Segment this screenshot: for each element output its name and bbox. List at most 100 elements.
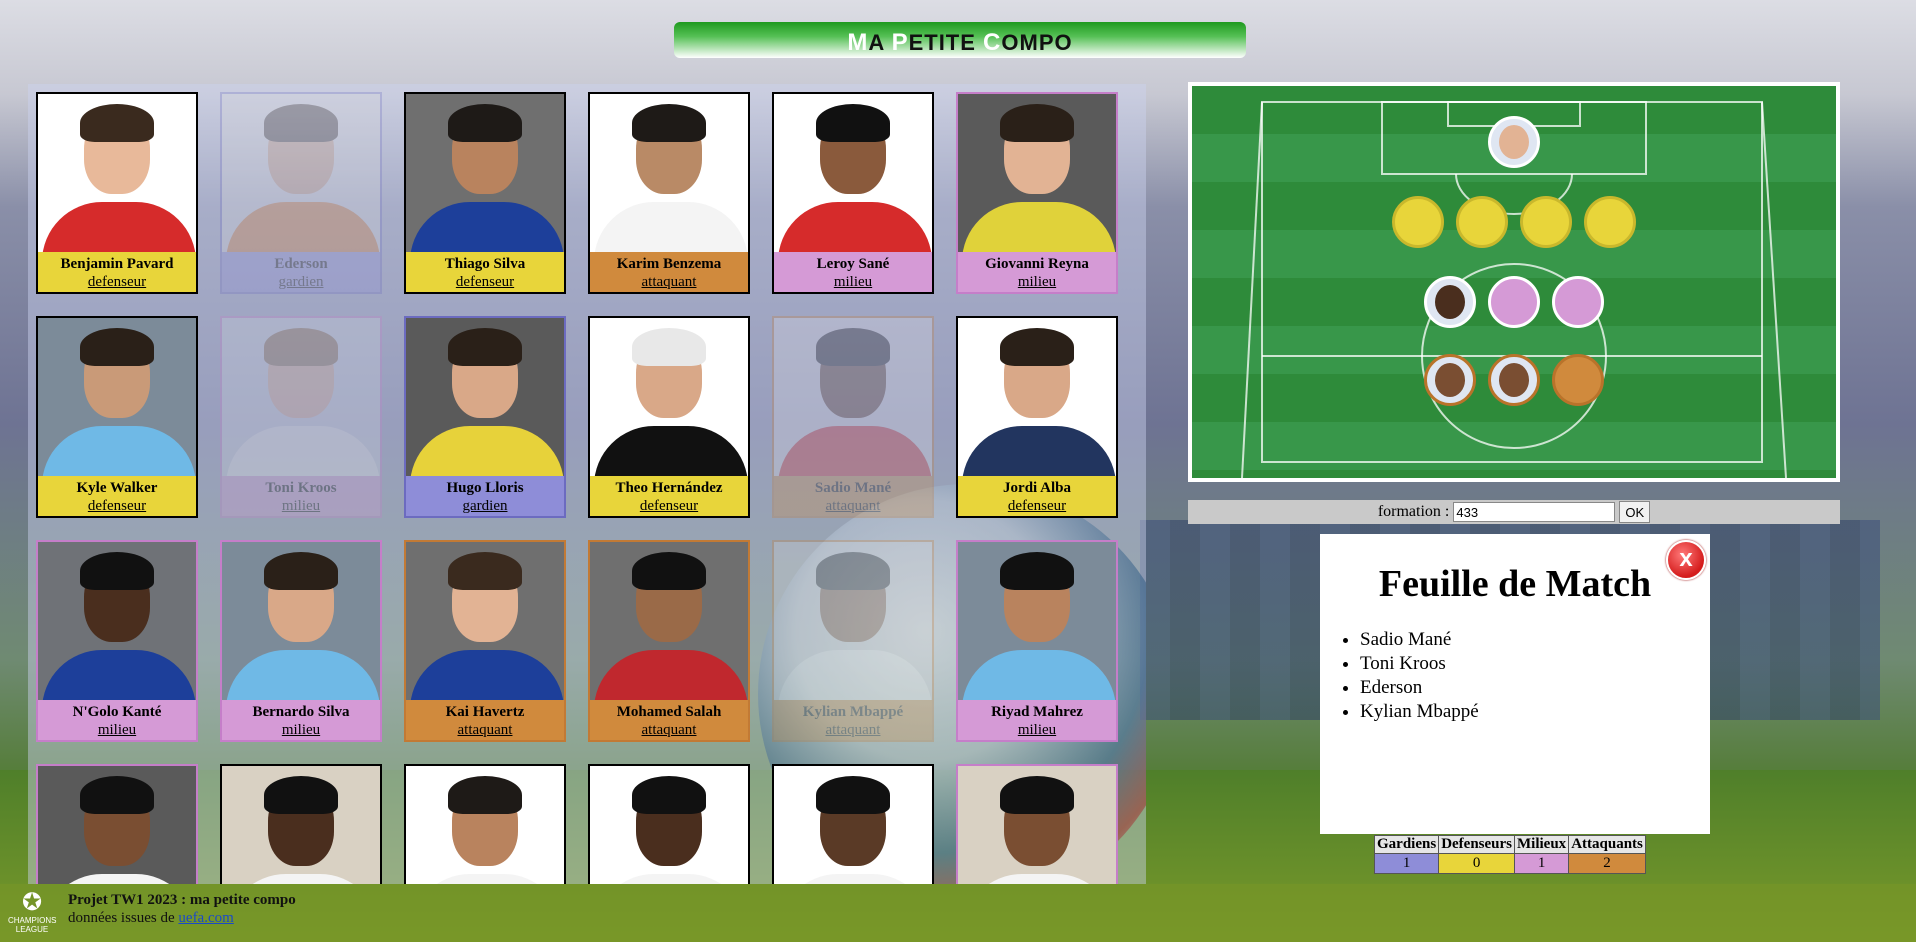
player-photo (38, 766, 196, 884)
player-position-link[interactable]: attaquant (406, 721, 564, 739)
player-label: Bernardo Silva milieu (222, 700, 380, 740)
player-hair (80, 104, 154, 142)
pitch-slot-attaquant[interactable] (1488, 354, 1540, 406)
player-card[interactable]: Kyle Walker defenseur (36, 316, 198, 518)
player-photo (406, 766, 564, 884)
player-shirt (962, 202, 1116, 252)
player-label: Jordi Alba defenseur (958, 476, 1116, 516)
pitch-slot-attaquant[interactable] (1552, 354, 1604, 406)
title-part: ETITE (908, 30, 984, 55)
player-position-link[interactable]: milieu (774, 273, 932, 291)
pitch-slot-milieu[interactable] (1488, 276, 1540, 328)
player-photo (590, 542, 748, 700)
player-name: Theo Hernández (615, 480, 723, 496)
title-part: M (847, 29, 869, 56)
player-card[interactable]: Jordi Alba defenseur (956, 316, 1118, 518)
player-card[interactable]: N'Golo Kanté milieu (36, 540, 198, 742)
player-card[interactable]: Giovanni Reyna milieu (956, 92, 1118, 294)
player-position-link[interactable]: gardien (406, 497, 564, 515)
player-shirt (410, 426, 564, 476)
app-title: MA PETITE COMPO (674, 22, 1246, 58)
player-position-link[interactable]: milieu (222, 497, 380, 515)
player-card[interactable]: Mohamed Salah attaquant (588, 540, 750, 742)
player-position-link[interactable]: attaquant (590, 273, 748, 291)
footer-source: données issues de uefa.com (68, 910, 234, 927)
player-name: Benjamin Pavard (60, 256, 174, 272)
player-face (1499, 363, 1529, 397)
player-face (1435, 363, 1465, 397)
player-card[interactable] (220, 764, 382, 884)
player-position-link[interactable]: attaquant (590, 721, 748, 739)
formation-ok-button[interactable]: OK (1619, 501, 1651, 524)
pitch-slot-defenseur[interactable] (1456, 196, 1508, 248)
player-card[interactable]: Leroy Sané milieu (772, 92, 934, 294)
player-label: Karim Benzema attaquant (590, 252, 748, 292)
player-photo (222, 94, 380, 252)
player-position-link[interactable]: gardien (222, 273, 380, 291)
player-photo (38, 94, 196, 252)
player-card[interactable]: Ederson gardien (220, 92, 382, 294)
pitch-slot-defenseur[interactable] (1584, 196, 1636, 248)
player-position-link[interactable]: milieu (38, 721, 196, 739)
pitch-slot-milieu[interactable] (1424, 276, 1476, 328)
pitch-slot-defenseur[interactable] (1520, 196, 1572, 248)
player-shirt (962, 426, 1116, 476)
player-position-link[interactable]: milieu (222, 721, 380, 739)
player-photo (774, 318, 932, 476)
player-hair (80, 776, 154, 814)
player-label: Riyad Mahrez milieu (958, 700, 1116, 740)
player-card[interactable] (956, 764, 1118, 884)
player-hair (816, 328, 890, 366)
player-card[interactable]: Karim Benzema attaquant (588, 92, 750, 294)
player-position-link[interactable]: defenseur (38, 497, 196, 515)
player-label: Hugo Lloris gardien (406, 476, 564, 516)
player-hair (632, 328, 706, 366)
player-card[interactable] (36, 764, 198, 884)
player-position-link[interactable]: attaquant (774, 721, 932, 739)
pitch-slot-milieu[interactable] (1552, 276, 1604, 328)
player-position-link[interactable]: milieu (958, 721, 1116, 739)
match-sheet-player: Kylian Mbappé (1360, 700, 1710, 724)
pitch-slot-defenseur[interactable] (1392, 196, 1444, 248)
player-hair (264, 776, 338, 814)
close-icon[interactable]: x (1666, 540, 1706, 580)
player-photo (958, 542, 1116, 700)
player-position-link[interactable]: attaquant (774, 497, 932, 515)
count-header: Milieux (1514, 835, 1570, 854)
player-shirt (778, 650, 932, 700)
position-counts-table: Gardiens Defenseurs Milieux Attaquants 1012 (1373, 835, 1646, 874)
player-position-link[interactable]: defenseur (38, 273, 196, 291)
player-card[interactable]: Sadio Mané attaquant (772, 316, 934, 518)
player-card[interactable]: Kai Havertz attaquant (404, 540, 566, 742)
player-position-link[interactable]: defenseur (958, 497, 1116, 515)
pitch-slot-gardien[interactable] (1488, 116, 1540, 168)
player-card[interactable]: Bernardo Silva milieu (220, 540, 382, 742)
player-hair (632, 104, 706, 142)
player-hair (264, 552, 338, 590)
player-photo (590, 766, 748, 884)
player-card[interactable]: Theo Hernández defenseur (588, 316, 750, 518)
player-photo (406, 542, 564, 700)
formation-input[interactable] (1453, 502, 1616, 523)
player-position-link[interactable]: milieu (958, 273, 1116, 291)
player-hair (1000, 104, 1074, 142)
player-card[interactable] (588, 764, 750, 884)
player-card[interactable]: Thiago Silva defenseur (404, 92, 566, 294)
uefa-link[interactable]: uefa.com (178, 910, 233, 926)
player-card[interactable]: Riyad Mahrez milieu (956, 540, 1118, 742)
player-name: Jordi Alba (1003, 480, 1071, 496)
pitch (1188, 82, 1840, 482)
footer: ✪ CHAMPIONS LEAGUE Projet TW1 2023 : ma … (0, 884, 1916, 942)
player-position-link[interactable]: defenseur (590, 497, 748, 515)
pitch-slot-attaquant[interactable] (1424, 354, 1476, 406)
player-shirt (226, 426, 380, 476)
player-card[interactable] (404, 764, 566, 884)
player-card[interactable]: Hugo Lloris gardien (404, 316, 566, 518)
player-card[interactable]: Kylian Mbappé attaquant (772, 540, 934, 742)
player-photo (406, 94, 564, 252)
player-card[interactable]: Toni Kroos milieu (220, 316, 382, 518)
player-position-link[interactable]: defenseur (406, 273, 564, 291)
player-card[interactable] (772, 764, 934, 884)
champions-league-logo: ✪ CHAMPIONS LEAGUE (8, 890, 56, 938)
player-card[interactable]: Benjamin Pavard defenseur (36, 92, 198, 294)
